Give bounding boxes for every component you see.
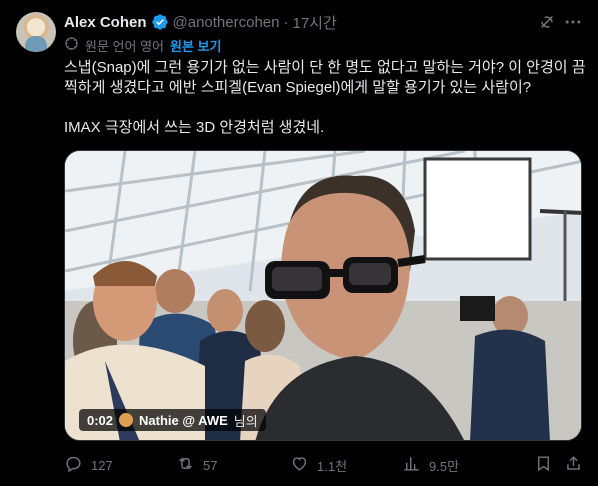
- video-badge: 0:02 Nathie @ AWE 님의: [79, 409, 266, 431]
- tweet-text-line: 스냅(Snap)에 그런 용기가 없는 사람이 단 한 명도 없다고 말하는 거…: [64, 59, 586, 76]
- grok-icon[interactable]: [537, 12, 557, 32]
- tweet[interactable]: Alex Cohen @anothercohen · 17시간 원문 언어 영어…: [0, 0, 598, 486]
- like-button[interactable]: 1.1천: [290, 454, 347, 476]
- tweet-text: 스냅(Snap)에 그런 용기가 없는 사람이 단 한 명도 없다고 말하는 거…: [64, 58, 586, 138]
- tagged-suffix: 님의: [233, 413, 258, 429]
- tweet-text-line: 찍하게 생겼다고 에반 스피겔(Evan Spiegel)에게 말할 용기가 있…: [64, 79, 532, 96]
- video-time: 0:02: [87, 412, 114, 428]
- views-count: 9.5만: [429, 458, 460, 474]
- video-player[interactable]: 0:02 Nathie @ AWE 님의: [64, 150, 582, 441]
- share-button[interactable]: [564, 454, 583, 476]
- retweet-icon: [176, 454, 195, 476]
- show-original-link[interactable]: 원본 보기: [170, 36, 221, 55]
- tagged-user-avatar: [119, 413, 134, 427]
- more-icon[interactable]: [563, 12, 583, 32]
- verified-badge-icon: [151, 13, 169, 31]
- bookmark-icon: [534, 454, 553, 476]
- separator-dot: ·: [283, 13, 289, 31]
- translate-icon: [64, 36, 79, 54]
- reply-icon: [64, 454, 83, 476]
- avatar[interactable]: [16, 12, 56, 52]
- views-button[interactable]: 9.5만: [402, 454, 459, 476]
- reply-count: 127: [91, 457, 113, 473]
- tweet-header: Alex Cohen @anothercohen · 17시간: [64, 12, 337, 32]
- reply-button[interactable]: 127: [64, 454, 113, 476]
- author-handle[interactable]: @anothercohen: [173, 14, 280, 31]
- tagged-user[interactable]: Nathie @ AWE: [139, 413, 228, 428]
- retweet-count: 57: [203, 457, 218, 473]
- share-icon: [564, 454, 583, 476]
- translate-label: 원문 언어 영어: [85, 38, 164, 54]
- retweet-button[interactable]: 57: [176, 454, 217, 476]
- views-icon: [402, 454, 421, 476]
- video-frame: [65, 151, 581, 440]
- tweet-text-line: IMAX 극장에서 쓰는 3D 안경처럼 생겼네.: [64, 119, 325, 136]
- translation-row: 원문 언어 영어 원본 보기: [64, 36, 221, 54]
- like-count: 1.1천: [317, 458, 348, 474]
- author-name[interactable]: Alex Cohen: [64, 14, 147, 31]
- tweet-time[interactable]: 17시간: [293, 12, 337, 33]
- heart-icon: [290, 454, 309, 476]
- bookmark-button[interactable]: [534, 454, 553, 476]
- action-bar: 127 57 1.1천 9.5만: [64, 454, 584, 476]
